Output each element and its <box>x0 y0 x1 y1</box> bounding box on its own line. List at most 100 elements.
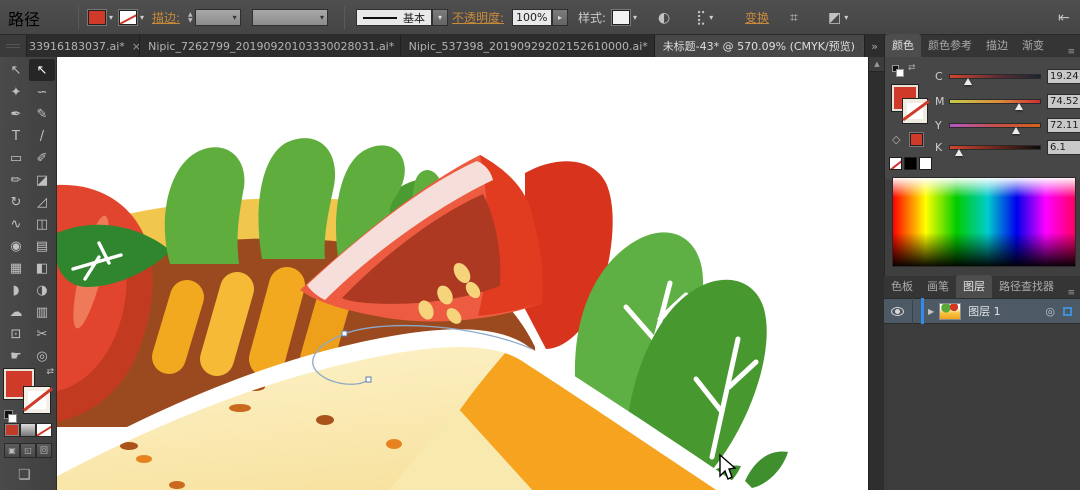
out-of-gamut-cube-icon[interactable]: ◇ <box>892 133 900 146</box>
mesh-tool[interactable]: ▦ <box>3 257 29 279</box>
doc-tab-1[interactable]: 33916183037.ai* × <box>27 35 140 57</box>
opacity-field[interactable]: 100% ▸ <box>512 0 568 35</box>
magenta-value[interactable]: 74.52 <box>1047 94 1080 109</box>
rotate-tool[interactable]: ↻ <box>3 191 29 213</box>
symbol-sprayer-tool[interactable]: ☁ <box>3 301 29 323</box>
tab-overflow-icon[interactable]: » <box>865 35 884 57</box>
brush-dropdown-button[interactable]: ▾ <box>432 9 448 26</box>
lasso-tool[interactable]: ∽ <box>29 81 55 103</box>
white-swatch[interactable] <box>919 157 932 170</box>
arrange-button[interactable]: ◩ ▾ <box>828 0 848 35</box>
doc-tab-label[interactable]: 33916183037.ai* <box>29 40 125 53</box>
transform-link[interactable]: 变换 <box>745 0 769 35</box>
default-fill-stroke-icon[interactable] <box>4 410 13 419</box>
slice-tool[interactable]: ✂ <box>29 323 55 345</box>
width-tool[interactable]: ∿ <box>3 213 29 235</box>
scale-tool[interactable]: ◿ <box>29 191 55 213</box>
curvature-tool[interactable]: ✎ <box>29 103 55 125</box>
yellow-slider[interactable] <box>949 123 1041 128</box>
stroke-proxy-swatch[interactable] <box>903 99 927 123</box>
gradient-tool[interactable]: ◧ <box>29 257 55 279</box>
stepper-down-icon[interactable]: ▼ <box>188 18 193 24</box>
tools-dock-grip[interactable] <box>0 35 27 57</box>
selection-tool[interactable]: ↖ <box>3 59 29 81</box>
vertical-scrollbar[interactable]: ▲ <box>868 57 884 490</box>
doc-tab-label[interactable]: 未标题-43* @ 570.09% (CMYK/预览) <box>663 38 855 54</box>
tab-pathfinder[interactable]: 路径查找器 <box>992 275 1061 298</box>
blend-tool[interactable]: ◑ <box>29 279 55 301</box>
style-swatch-button[interactable]: ▾ <box>612 0 637 35</box>
gamut-color-swatch[interactable] <box>910 133 923 146</box>
black-slider[interactable] <box>949 145 1041 150</box>
doc-tab-3[interactable]: Nipic_537398_20190929202152610000.ai* × <box>401 35 655 57</box>
tab-gradient[interactable]: 渐变 <box>1015 34 1051 57</box>
doc-tab-active[interactable]: 未标题-43* @ 570.09% (CMYK/预览) × <box>655 35 866 57</box>
screen-mode-icon[interactable]: ❏ <box>18 467 31 483</box>
anchor-point[interactable] <box>342 331 347 336</box>
chevron-down-icon[interactable]: ▾ <box>140 13 144 22</box>
perspective-grid-tool[interactable]: ▤ <box>29 235 55 257</box>
panel-menu-icon[interactable]: ≡ <box>1067 288 1080 298</box>
type-tool[interactable]: T <box>3 125 29 147</box>
draw-inside-icon[interactable]: 回 <box>36 443 52 458</box>
black-value[interactable]: 6.1 <box>1047 140 1080 155</box>
draw-behind-icon[interactable]: ◱ <box>20 443 36 458</box>
chevron-down-icon[interactable]: ▾ <box>233 13 237 22</box>
chevron-down-icon[interactable]: ▾ <box>709 13 713 22</box>
collapse-dock-icon[interactable]: ⇤ <box>1058 0 1070 35</box>
layer-row[interactable]: ▶ 图层 1 ◎ <box>884 298 1080 324</box>
expand-triangle-icon[interactable]: ▶ <box>928 307 934 316</box>
rectangle-tool[interactable]: ▭ <box>3 147 29 169</box>
stroke-proxy-swatch[interactable] <box>24 387 50 413</box>
slider-handle[interactable] <box>1012 127 1020 134</box>
layer-name[interactable]: 图层 1 <box>968 303 1045 319</box>
graph-tool[interactable]: ▥ <box>29 301 55 323</box>
default-fill-stroke-icon[interactable] <box>892 65 899 72</box>
eraser-tool[interactable]: ◪ <box>29 169 55 191</box>
black-swatch[interactable] <box>904 157 917 170</box>
slider-handle[interactable] <box>964 78 972 85</box>
layer-thumbnail[interactable] <box>939 303 961 320</box>
tab-swatches[interactable]: 色板 <box>884 275 920 298</box>
shape-builder-tool[interactable]: ◉ <box>3 235 29 257</box>
gradient-button[interactable] <box>20 423 36 437</box>
target-circle-icon[interactable]: ◎ <box>1045 305 1055 318</box>
artboard-canvas[interactable] <box>57 57 868 490</box>
zoom-tool[interactable]: ◎ <box>29 345 55 367</box>
none-swatch[interactable] <box>889 157 902 170</box>
scroll-up-icon[interactable]: ▲ <box>869 57 885 72</box>
magic-wand-tool[interactable]: ✦ <box>3 81 29 103</box>
tab-color[interactable]: 颜色 <box>885 34 921 57</box>
chevron-down-icon[interactable]: ▾ <box>844 13 848 22</box>
variable-width-dropdown[interactable]: ▾ <box>252 0 328 35</box>
doc-tab-label[interactable]: Nipic_537398_20190929202152610000.ai* <box>409 40 648 53</box>
stroke-color-button[interactable]: ▾ <box>119 0 144 35</box>
align-artboard-icon[interactable]: ⌗ <box>790 0 798 35</box>
magenta-slider[interactable] <box>949 99 1041 104</box>
eyedropper-tool[interactable]: ◗ <box>3 279 29 301</box>
doc-tab-label[interactable]: Nipic_7262799_20190920103330028031.ai* <box>148 40 394 53</box>
hand-tool[interactable]: ☛ <box>3 345 29 367</box>
slider-handle[interactable] <box>955 149 963 156</box>
tab-stroke[interactable]: 描边 <box>979 34 1015 57</box>
fill-stroke-proxy[interactable]: ⇄ <box>4 369 54 415</box>
chevron-down-icon[interactable]: ▾ <box>633 13 637 22</box>
panel-menu-icon[interactable]: ≡ <box>1067 47 1080 57</box>
swap-fill-stroke-icon[interactable]: ⇄ <box>908 63 916 73</box>
arrange-icon[interactable]: ◩ <box>828 10 841 26</box>
cyan-slider[interactable] <box>949 74 1041 79</box>
selection-indicator[interactable] <box>1063 307 1072 316</box>
visibility-eye-icon[interactable] <box>891 307 904 316</box>
color-spectrum[interactable] <box>892 177 1076 267</box>
stroke-panel-link[interactable]: 描边: <box>152 0 180 35</box>
stroke-none-swatch[interactable] <box>119 10 137 25</box>
tab-color-guide[interactable]: 颜色参考 <box>921 34 979 57</box>
select-similar-icon[interactable]: ⣏ <box>696 10 706 26</box>
style-swatch[interactable] <box>612 10 630 25</box>
pencil-tool[interactable]: ✏ <box>3 169 29 191</box>
artboard-tool[interactable]: ⊡ <box>3 323 29 345</box>
opacity-stepper-button[interactable]: ▸ <box>552 9 568 26</box>
tab-brushes[interactable]: 画笔 <box>920 275 956 298</box>
select-similar-button[interactable]: ⣏ ▾ <box>696 0 713 35</box>
close-icon[interactable]: × <box>132 40 140 53</box>
